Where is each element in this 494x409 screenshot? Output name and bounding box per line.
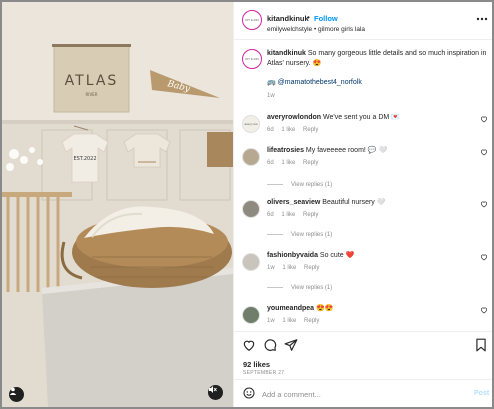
comment-body: 😍😍 (316, 305, 334, 312)
add-comment-input[interactable] (262, 386, 462, 402)
comment-meta: 6d 1 like Reply (267, 127, 324, 133)
share-icon[interactable] (284, 338, 298, 352)
comment-reply-button[interactable]: Reply (304, 265, 319, 271)
comment-likes[interactable]: 1 like (281, 212, 295, 218)
post-side-panel: KIT & KIN kitandkinuk • Follow emilywelc… (233, 2, 492, 407)
caption-mention[interactable]: 🚌 @mamatothebest4_norfolk (267, 78, 362, 86)
comment-time[interactable]: 1w (267, 265, 275, 271)
comment-time[interactable]: 6d (267, 160, 274, 166)
volume-muted-icon (209, 386, 217, 393)
comment-meta: 1w 1 like Reply (267, 318, 325, 324)
caption-text: kitandkinuk So many gorgeous little deta… (267, 49, 487, 69)
comment-heart-icon[interactable] (480, 306, 488, 314)
banner-subtext: RIVER (85, 92, 97, 97)
comment-body: So cute ❤️ (319, 252, 355, 259)
likes-count[interactable]: 92 likes (243, 360, 270, 369)
comment-username[interactable]: averyrowlondon (267, 114, 321, 121)
header-subtitle[interactable]: emilywelchstyle • gilmore girls lala (267, 26, 365, 33)
comment-avatar[interactable] (242, 253, 260, 271)
post-comment-button[interactable]: Post (474, 390, 489, 397)
comment-meta: 6d 1 like Reply (267, 212, 324, 218)
comment-avatar[interactable] (242, 148, 260, 166)
comment-text: averyrowlondon We've sent you a DM 💌 (267, 113, 400, 123)
view-replies-label: View replies (1) (291, 232, 333, 238)
comment-time[interactable]: 1w (267, 318, 275, 324)
comment-avatar[interactable]: avery row (242, 115, 260, 133)
comment-text: olivers_seaview Beautiful nursery 🤍 (267, 198, 385, 208)
comment-icon[interactable] (263, 338, 277, 352)
view-replies-label: View replies (1) (291, 182, 333, 188)
comment-reply-button[interactable]: Reply (303, 127, 318, 133)
comment-text: fashionbyvaida So cute ❤️ (267, 251, 354, 261)
comment-avatar[interactable] (242, 200, 260, 218)
author-username[interactable]: kitandkinuk (267, 14, 309, 23)
comment-body: Beautiful nursery 🤍 (322, 199, 386, 206)
comment-likes[interactable]: 1 like (282, 318, 296, 324)
caption-avatar-text: KIT & KIN (245, 56, 259, 61)
comment-likes[interactable]: 1 like (282, 265, 296, 271)
nursery-photo-illustration: ATLAS RIVER Baby EST.2022 (2, 2, 233, 407)
tagged-users-button[interactable] (9, 387, 24, 402)
comment-username[interactable]: lifeatrosies (267, 147, 304, 154)
follow-button[interactable]: Follow (314, 14, 338, 23)
comment-text: youmeandpea 😍😍 (267, 304, 333, 314)
comment-time[interactable]: 6d (267, 127, 274, 133)
caption-time[interactable]: 1w (267, 93, 275, 99)
caption-avatar[interactable]: KIT & KIN (242, 49, 262, 69)
view-replies-button[interactable]: View replies (1) (267, 182, 332, 188)
caption-username[interactable]: kitandkinuk (267, 50, 306, 57)
heart-icon[interactable] (242, 338, 256, 352)
comment-likes[interactable]: 1 like (281, 127, 295, 133)
comment-heart-icon[interactable] (480, 115, 488, 123)
comment-reply-button[interactable]: Reply (303, 212, 318, 218)
replies-divider (267, 286, 283, 288)
comment-heart-icon[interactable] (480, 148, 488, 156)
shirt-text: EST.2022 (73, 156, 96, 162)
replies-divider (267, 233, 283, 235)
post-date: SEPTEMBER 27 (243, 370, 285, 376)
bus-emoji-icon: 🚌 (267, 79, 276, 86)
comment-body: We've sent you a DM 💌 (323, 114, 400, 121)
add-comment-bar: Post (234, 379, 492, 407)
bookmark-icon[interactable] (475, 338, 487, 352)
post-header: KIT & KIN kitandkinuk • Follow emilywelc… (234, 2, 492, 40)
comments-list[interactable]: KIT & KIN kitandkinuk So many gorgeous l… (234, 41, 492, 331)
caption-mention-link[interactable]: @mamatothebest4_norfolk (278, 79, 362, 86)
mute-toggle-button[interactable] (208, 385, 223, 400)
author-avatar[interactable]: KIT & KIN (242, 10, 262, 30)
comment-body: My faveeeee room! 💬 🤍 (305, 147, 388, 154)
comment-heart-icon[interactable] (480, 200, 488, 208)
header-separator: • (307, 13, 310, 22)
comment-reply-button[interactable]: Reply (303, 160, 318, 166)
comment-meta: 6d 1 like Reply (267, 160, 324, 166)
comment-reply-button[interactable]: Reply (304, 318, 319, 324)
comment-avatar[interactable] (242, 306, 260, 324)
view-replies-button[interactable]: View replies (1) (267, 232, 332, 238)
comment-username[interactable]: olivers_seaview (267, 199, 320, 206)
replies-divider (267, 183, 283, 185)
user-icon (9, 387, 17, 395)
comment-text: lifeatrosies My faveeeee room! 💬 🤍 (267, 146, 387, 156)
comment-likes[interactable]: 1 like (281, 160, 295, 166)
view-replies-button[interactable]: View replies (1) (267, 285, 332, 291)
emoji-icon[interactable] (243, 387, 255, 399)
post-photo[interactable]: ATLAS RIVER Baby EST.2022 (2, 2, 233, 407)
comment-username[interactable]: youmeandpea (267, 305, 314, 312)
more-horizontal-icon[interactable] (476, 17, 488, 21)
comment-time[interactable]: 6d (267, 212, 274, 218)
author-avatar-text: KIT & KIN (245, 17, 259, 22)
banner-text: ATLAS (65, 73, 119, 89)
comment-heart-icon[interactable] (480, 253, 488, 261)
comment-meta: 1w 1 like Reply (267, 265, 325, 271)
post-actions: 92 likes SEPTEMBER 27 (234, 331, 492, 379)
comment-avatar-text: avery row (244, 121, 258, 126)
comment-username[interactable]: fashionbyvaida (267, 252, 318, 259)
instagram-post-window: ATLAS RIVER Baby EST.2022 KIT & KIN kita… (0, 0, 494, 409)
view-replies-label: View replies (1) (291, 285, 333, 291)
